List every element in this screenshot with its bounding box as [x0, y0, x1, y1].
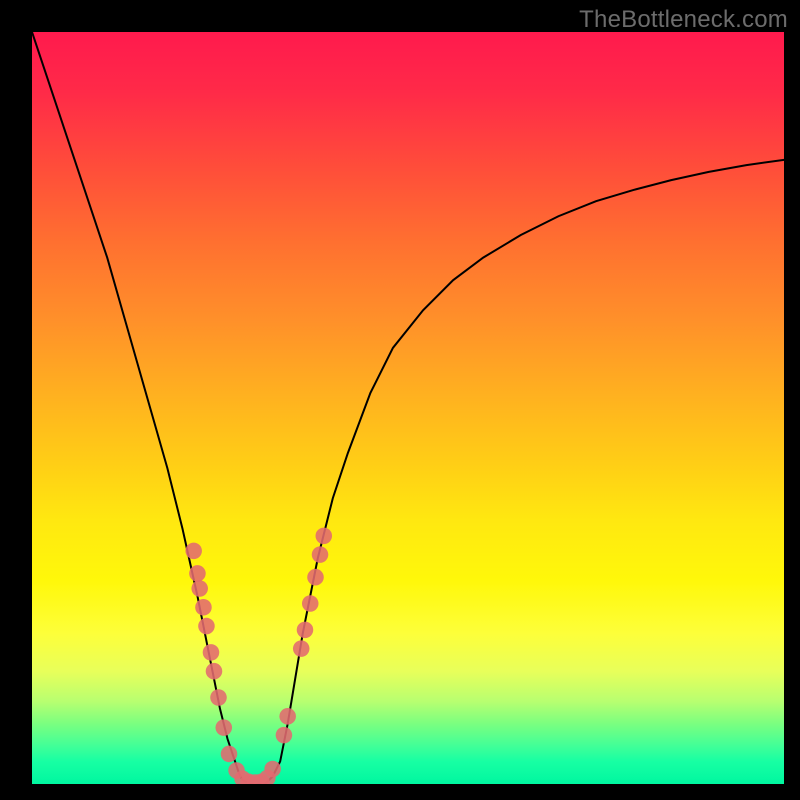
- marker-dot: [307, 569, 324, 586]
- marker-dot: [264, 761, 281, 778]
- marker-dot: [210, 689, 227, 706]
- marker-dot: [215, 719, 232, 736]
- marker-dot: [198, 618, 215, 635]
- marker-dot: [185, 543, 202, 560]
- chart-svg: [32, 32, 784, 784]
- curve-line: [32, 32, 784, 784]
- chart-frame: TheBottleneck.com: [0, 0, 800, 800]
- marker-dot: [221, 746, 238, 763]
- curve-markers: [185, 528, 332, 784]
- marker-dot: [293, 640, 310, 657]
- marker-dot: [279, 708, 296, 725]
- chart-plot-area: [32, 32, 784, 784]
- marker-dot: [195, 599, 212, 616]
- curve-path: [32, 32, 784, 784]
- marker-dot: [189, 565, 206, 582]
- marker-dot: [316, 528, 333, 545]
- marker-dot: [191, 580, 208, 597]
- marker-dot: [312, 546, 329, 563]
- watermark-text: TheBottleneck.com: [579, 6, 788, 34]
- marker-dot: [297, 622, 314, 639]
- marker-dot: [203, 644, 220, 661]
- marker-dot: [302, 595, 319, 612]
- marker-dot: [206, 663, 223, 680]
- marker-dot: [276, 727, 293, 744]
